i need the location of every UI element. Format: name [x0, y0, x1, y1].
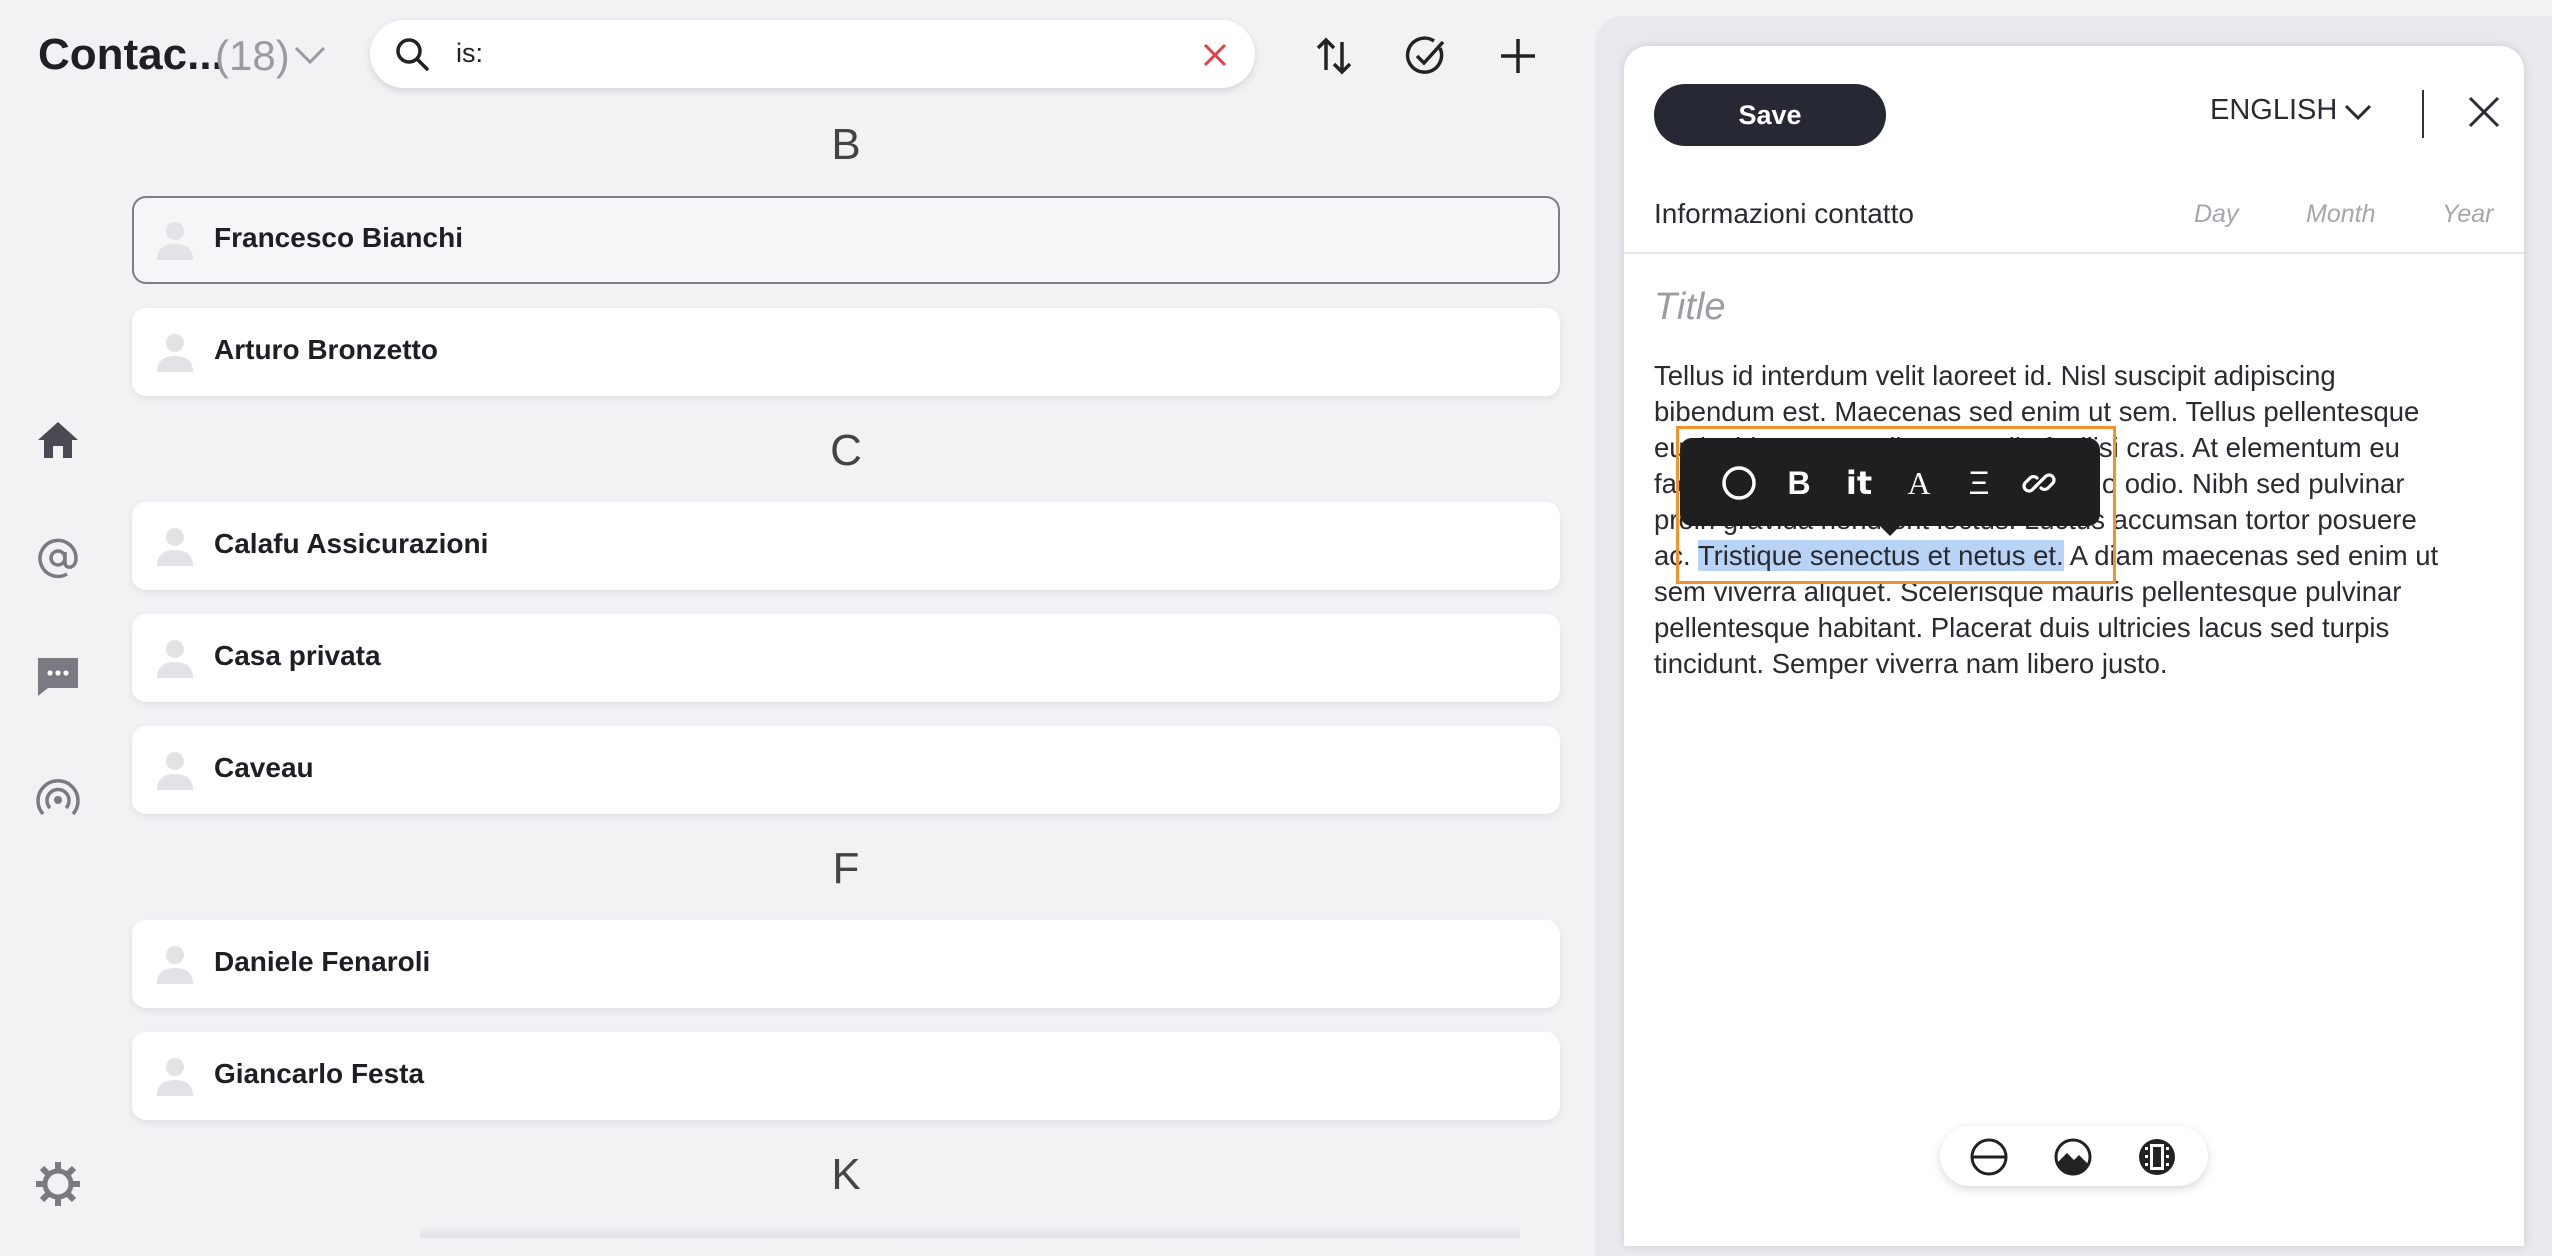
contact-name: Daniele Fenaroli: [214, 946, 431, 977]
toolbar-divider: [2422, 90, 2424, 138]
clear-search-icon[interactable]: [1200, 40, 1230, 70]
search-bar[interactable]: is:: [370, 20, 1255, 88]
link-icon[interactable]: [2018, 462, 2060, 504]
bold-button[interactable]: B: [1778, 462, 1820, 504]
contact-detail-panel: Save ENGLISH Informazioni contatto Day M…: [1624, 46, 2524, 1246]
month-field[interactable]: Month: [2306, 200, 2375, 229]
contact-row-casa-privata[interactable]: Casa privata: [132, 614, 1560, 702]
select-check-icon[interactable]: [1400, 30, 1452, 82]
chevron-down-icon[interactable]: [292, 40, 328, 70]
contact-name: Calafu Assicurazioni: [214, 528, 489, 559]
year-field[interactable]: Year: [2442, 200, 2493, 229]
chat-icon[interactable]: [30, 648, 86, 704]
avatar-placeholder-icon: [157, 222, 193, 260]
section-title: Informazioni contatto: [1654, 198, 1914, 229]
font-button[interactable]: A: [1898, 462, 1940, 504]
at-icon[interactable]: [30, 530, 86, 586]
selected-text[interactable]: Tristique senectus et netus et.: [1697, 540, 2064, 571]
section-letter: F: [832, 844, 860, 893]
text-line: tincidunt. Semper viverra nam libero jus…: [1654, 648, 2168, 679]
section-letter: C: [830, 426, 862, 475]
home-icon[interactable]: [30, 412, 86, 468]
avatar-placeholder-icon: [157, 946, 193, 984]
add-contact-icon[interactable]: [1492, 30, 1544, 82]
avatar-placeholder-icon: [157, 1058, 193, 1096]
page-title: Contac...: [38, 30, 224, 79]
language-select[interactable]: ENGLISH: [2210, 94, 2337, 127]
contact-name: Arturo Bronzetto: [214, 334, 438, 365]
close-icon[interactable]: [2464, 92, 2504, 132]
contact-row-daniele-fenaroli[interactable]: Daniele Fenaroli: [132, 920, 1560, 1008]
text-line: sem viverra aliquet. Scelerisque mauris …: [1654, 576, 2402, 607]
text-format-toolbar: B it A Ξ: [1680, 438, 2100, 536]
save-button[interactable]: Save: [1654, 84, 1886, 146]
text-span: A diam maecenas sed enim ut: [2063, 540, 2439, 571]
chevron-down-icon[interactable]: [2342, 98, 2374, 126]
contact-row-giancarlo-festa[interactable]: Giancarlo Festa: [132, 1032, 1560, 1120]
section-letter: B: [831, 120, 861, 169]
text-line: pellentesque habitant. Placerat duis ult…: [1654, 612, 2390, 643]
contact-name: Caveau: [214, 752, 314, 783]
contact-name: Giancarlo Festa: [214, 1058, 425, 1089]
section-letter: K: [831, 1150, 861, 1199]
color-circle-icon[interactable]: [1718, 462, 1760, 504]
text-line: ac. Tristique senectus et netus et. A di…: [1654, 538, 2499, 574]
avatar-placeholder-icon: [157, 640, 193, 678]
gear-icon[interactable]: [30, 1156, 86, 1212]
contact-row-francesco-bianchi[interactable]: Francesco Bianchi: [132, 196, 1560, 284]
section-divider: [1624, 252, 2524, 254]
text-line: Tellus id interdum velit laoreet id. Nis…: [1654, 360, 2336, 391]
broadcast-icon[interactable]: [30, 770, 86, 826]
avatar-placeholder-icon: [157, 528, 193, 566]
text-span: ac.: [1654, 540, 1698, 571]
day-field[interactable]: Day: [2194, 200, 2238, 229]
text-line: bibendum est. Maecenas sed enim ut sem. …: [1654, 396, 2420, 427]
image-insert-icon[interactable]: [2052, 1136, 2094, 1178]
search-input[interactable]: is:: [456, 38, 483, 69]
search-icon: [396, 38, 429, 71]
contact-row-arturo-bronzetto[interactable]: Arturo Bronzetto: [132, 308, 1560, 396]
avatar-placeholder-icon: [157, 752, 193, 790]
contact-row-caveau[interactable]: Caveau: [132, 726, 1560, 814]
contact-row-calafu-assicurazioni[interactable]: Calafu Assicurazioni: [132, 502, 1560, 590]
sort-icon[interactable]: [1308, 30, 1360, 82]
contact-name: Francesco Bianchi: [214, 222, 463, 253]
align-button[interactable]: Ξ: [1958, 462, 2000, 504]
avatar-placeholder-icon: [157, 334, 193, 372]
contact-name: Casa privata: [214, 640, 381, 671]
divider-insert-icon[interactable]: [1968, 1136, 2010, 1178]
media-toolbar: [1940, 1126, 2208, 1186]
contact-count: (18): [215, 32, 290, 79]
video-insert-icon[interactable]: [2136, 1136, 2178, 1178]
title-input[interactable]: Title: [1654, 286, 1725, 329]
italic-button[interactable]: it: [1838, 462, 1880, 504]
list-scroll-shadow: [420, 1224, 1520, 1238]
